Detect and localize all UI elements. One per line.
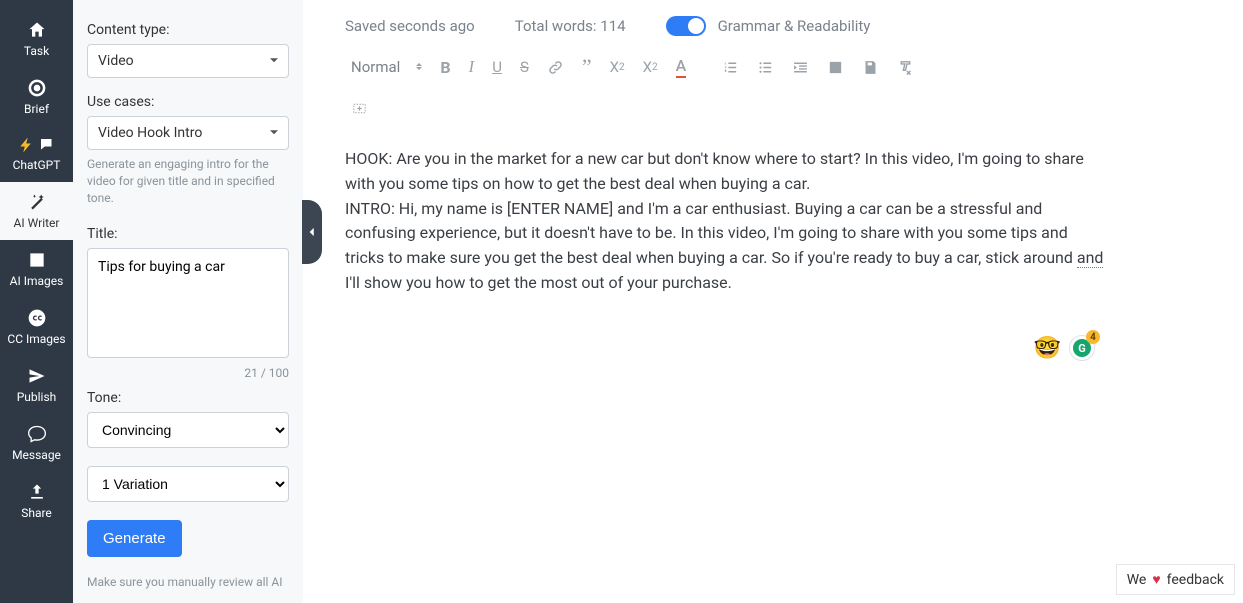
image-button[interactable]: [827, 59, 844, 76]
unordered-list-button[interactable]: [757, 59, 774, 76]
nav-label: AI Writer: [14, 216, 60, 230]
cc-icon: [27, 308, 47, 328]
grammarly-badge[interactable]: G 4: [1069, 335, 1095, 361]
content-intro-underline: and: [1077, 248, 1104, 268]
content-intro-post: I'll show you how to get the most out of…: [345, 273, 732, 292]
saved-status: Saved seconds ago: [345, 17, 475, 35]
text-color-button[interactable]: A: [676, 56, 687, 78]
nav-label: Task: [24, 44, 49, 58]
image-icon: [827, 59, 844, 76]
share-icon: [27, 482, 47, 502]
chat-icon: [27, 424, 47, 444]
content-type-select[interactable]: Video: [87, 44, 289, 78]
nav-ai-writer[interactable]: AI Writer: [0, 182, 73, 240]
underline-button[interactable]: U: [492, 58, 502, 76]
floating-badges: 🤓 G 4: [1034, 335, 1095, 361]
content-intro-pre: INTRO: Hi, my name is [ENTER NAME] and I…: [345, 199, 1077, 268]
save-icon: [862, 59, 879, 76]
save-button[interactable]: [862, 59, 879, 76]
bold-button[interactable]: B: [440, 58, 450, 77]
nav-cc-images[interactable]: CC Images: [0, 298, 73, 356]
feedback-button[interactable]: We ♥ feedback: [1116, 564, 1235, 595]
use-cases-helper: Generate an engaging intro for the video…: [87, 156, 289, 206]
grammar-toggle[interactable]: [666, 16, 706, 36]
content-hook: HOOK: Are you in the market for a new ca…: [345, 149, 1084, 193]
review-note: Make sure you manually review all AI: [87, 575, 289, 589]
clear-format-icon: [897, 59, 914, 76]
add-block-button[interactable]: [351, 100, 1213, 117]
caret-sort-icon: [416, 60, 422, 74]
generate-button[interactable]: Generate: [87, 520, 182, 557]
nav-label: AI Images: [10, 274, 64, 288]
tone-label: Tone:: [87, 390, 289, 406]
subscript-button[interactable]: X2: [610, 58, 625, 76]
outdent-icon: [792, 59, 809, 76]
ul-icon: [757, 59, 774, 76]
nav-label: Publish: [17, 390, 57, 404]
home-icon: [27, 20, 47, 40]
nav-label: ChatGPT: [13, 158, 61, 172]
nav-ai-images[interactable]: AI Images: [0, 240, 73, 298]
collapse-panel-button[interactable]: [302, 200, 322, 264]
nerd-face-icon[interactable]: 🤓: [1034, 336, 1061, 361]
ordered-list-button[interactable]: [722, 59, 739, 76]
title-char-count: 21 / 100: [87, 366, 289, 380]
grammar-toggle-label: Grammar & Readability: [718, 17, 871, 35]
heart-icon: ♥: [1152, 571, 1160, 588]
ol-icon: [722, 59, 739, 76]
chevron-left-icon: [305, 225, 319, 239]
use-cases-label: Use cases:: [87, 94, 289, 110]
nav-message[interactable]: Message: [0, 414, 73, 472]
nav-label: CC Images: [7, 332, 65, 346]
nav-share[interactable]: Share: [0, 472, 73, 530]
use-cases-select[interactable]: Video Hook Intro: [87, 116, 289, 150]
send-icon: [27, 366, 47, 386]
main-nav: Task Brief ChatGPT AI Writer AI Images C…: [0, 0, 73, 603]
word-count: Total words: 114: [515, 17, 626, 35]
grammarly-count: 4: [1086, 330, 1100, 344]
title-input[interactable]: Tips for buying a car: [87, 248, 289, 358]
link-button[interactable]: [547, 59, 564, 76]
superscript-button[interactable]: X2: [643, 58, 658, 76]
variation-select[interactable]: 1 Variation: [87, 466, 289, 502]
chatgpt-icon: [18, 136, 56, 154]
nav-task[interactable]: Task: [0, 10, 73, 68]
target-icon: [27, 78, 47, 98]
image-icon: [27, 250, 47, 270]
tone-select[interactable]: Convincing: [87, 412, 289, 448]
editor-toolbar: Normal B I U S ” X2 X2 A: [351, 56, 1213, 117]
editor-area: Saved seconds ago Total words: 114 Gramm…: [303, 0, 1243, 603]
nav-label: Brief: [24, 102, 49, 116]
italic-button[interactable]: I: [469, 57, 475, 77]
title-label: Title:: [87, 226, 289, 242]
strikethrough-button[interactable]: S: [520, 58, 529, 76]
nav-label: Message: [12, 448, 61, 462]
link-icon: [547, 59, 564, 76]
nav-publish[interactable]: Publish: [0, 356, 73, 414]
outdent-button[interactable]: [792, 59, 809, 76]
nav-brief[interactable]: Brief: [0, 68, 73, 126]
nav-chatgpt[interactable]: ChatGPT: [0, 126, 73, 182]
nav-label: Share: [21, 506, 52, 520]
content-type-label: Content type:: [87, 22, 289, 38]
status-row: Saved seconds ago Total words: 114 Gramm…: [345, 16, 1213, 36]
magic-wand-icon: [27, 192, 47, 212]
editor-content[interactable]: HOOK: Are you in the market for a new ca…: [345, 147, 1105, 296]
quote-button[interactable]: ”: [582, 62, 592, 72]
clear-format-button[interactable]: [897, 59, 914, 76]
paragraph-format-select[interactable]: Normal: [351, 58, 422, 76]
plus-box-icon: [351, 100, 368, 117]
settings-panel: Content type: Video Use cases: Video Hoo…: [73, 0, 303, 603]
